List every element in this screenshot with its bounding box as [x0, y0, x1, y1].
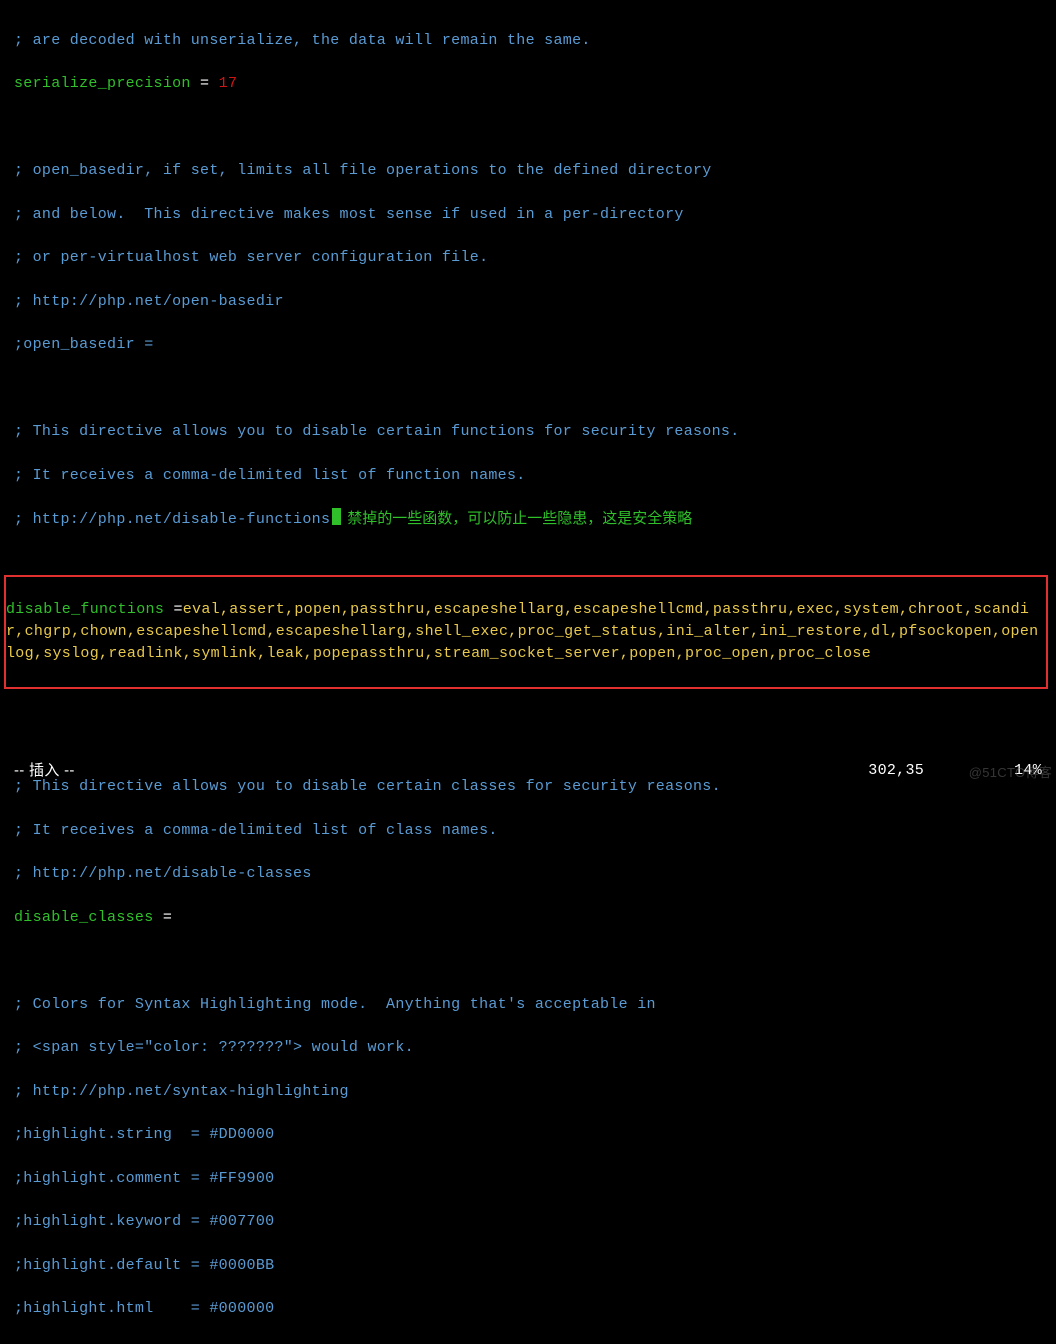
statusbar-spacer	[75, 760, 869, 782]
vim-status-bar: -- 插入 -- 302,35 14%	[0, 760, 1056, 782]
ini-key: disable_classes	[14, 909, 154, 926]
blank-line	[14, 117, 1052, 139]
ini-key: disable_functions	[6, 601, 173, 618]
comment-text: ; <span style="color: ???????"> would wo…	[14, 1039, 414, 1056]
code-line: ; This directive allows you to disable c…	[14, 421, 1052, 443]
comment-text: ;highlight.html = #000000	[14, 1300, 274, 1317]
comment-text: ; are decoded with unserialize, the data…	[14, 32, 591, 49]
code-line: ; <span style="color: ???????"> would wo…	[14, 1037, 1052, 1059]
code-line: ; It receives a comma-delimited list of …	[14, 465, 1052, 487]
code-line: ;highlight.string = #DD0000	[14, 1124, 1052, 1146]
equals-sign: =	[154, 909, 173, 926]
comment-text: ; http://php.net/disable-classes	[14, 865, 312, 882]
comment-text: ; http://php.net/open-basedir	[14, 293, 284, 310]
code-line: ; Colors for Syntax Highlighting mode. A…	[14, 994, 1052, 1016]
disable-functions-highlight-box: disable_functions =eval,assert,popen,pas…	[4, 575, 1048, 690]
comment-text: ; or per-virtualhost web server configur…	[14, 249, 488, 266]
code-line: disable_functions =eval,assert,popen,pas…	[6, 599, 1046, 664]
code-line: ; It receives a comma-delimited list of …	[14, 820, 1052, 842]
comment-text: ; open_basedir, if set, limits all file …	[14, 162, 712, 179]
comment-text: ; It receives a comma-delimited list of …	[14, 822, 498, 839]
comment-text: ;highlight.default = #0000BB	[14, 1257, 274, 1274]
editor-viewport[interactable]: ; are decoded with unserialize, the data…	[0, 0, 1056, 1344]
comment-text: ;open_basedir =	[14, 336, 154, 353]
cursor-position: 302,35	[868, 760, 924, 782]
code-line: disable_classes =	[14, 907, 1052, 929]
comment-text: ; It receives a comma-delimited list of …	[14, 467, 526, 484]
comment-text: ; http://php.net/syntax-highlighting	[14, 1083, 349, 1100]
code-line: ;highlight.keyword = #007700	[14, 1211, 1052, 1233]
blank-line	[14, 733, 1052, 755]
equals-sign: =	[191, 75, 219, 92]
comment-text: ; and below. This directive makes most s…	[14, 206, 684, 223]
code-line: ;highlight.default = #0000BB	[14, 1255, 1052, 1277]
comment-text: ; Colors for Syntax Highlighting mode. A…	[14, 996, 656, 1013]
comment-text: ;highlight.comment = #FF9900	[14, 1170, 274, 1187]
blank-line	[14, 950, 1052, 972]
ini-value-number: 17	[219, 75, 238, 92]
code-line: ;open_basedir =	[14, 334, 1052, 356]
annotation-chinese: 禁掉的一些函数，可以防止一些隐患，这是安全策略	[347, 510, 692, 527]
code-line: ;highlight.html = #000000	[14, 1298, 1052, 1320]
code-line: serialize_precision = 17	[14, 73, 1052, 95]
blank-line	[14, 378, 1052, 400]
code-line: ; are decoded with unserialize, the data…	[14, 30, 1052, 52]
code-line: ; http://php.net/syntax-highlighting	[14, 1081, 1052, 1103]
code-line: ;highlight.comment = #FF9900	[14, 1168, 1052, 1190]
code-line: ; and below. This directive makes most s…	[14, 204, 1052, 226]
code-line: ; http://php.net/disable-classes	[14, 863, 1052, 885]
comment-text: ;highlight.string = #DD0000	[14, 1126, 274, 1143]
comment-text: ; This directive allows you to disable c…	[14, 423, 740, 440]
code-line: ; http://php.net/open-basedir	[14, 291, 1052, 313]
insert-cursor	[332, 508, 341, 525]
comment-text: ; http://php.net/disable-functions	[14, 511, 330, 528]
ini-key: serialize_precision	[14, 75, 191, 92]
vim-mode-indicator: -- 插入 --	[14, 760, 75, 782]
equals-sign: =	[173, 601, 182, 618]
code-line: ; or per-virtualhost web server configur…	[14, 247, 1052, 269]
comment-text: ;highlight.keyword = #007700	[14, 1213, 274, 1230]
scroll-percent: 14%	[1014, 760, 1042, 782]
code-line: ; open_basedir, if set, limits all file …	[14, 160, 1052, 182]
code-line: ; http://php.net/disable-functions 禁掉的一些函…	[14, 508, 1052, 531]
